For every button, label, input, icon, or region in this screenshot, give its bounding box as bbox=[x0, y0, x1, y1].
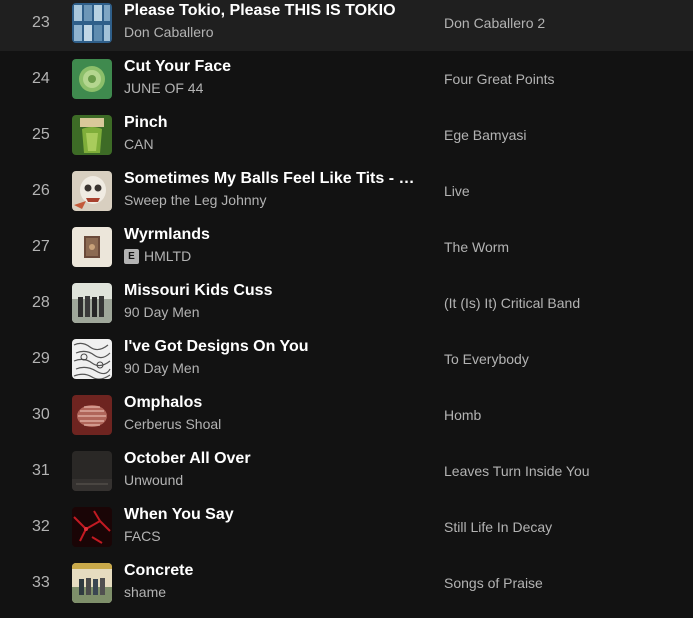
track-album[interactable]: Don Caballero 2 bbox=[444, 0, 684, 51]
album-art-critical-band-icon[interactable] bbox=[72, 283, 112, 323]
track-title[interactable]: Missouri Kids Cuss bbox=[124, 281, 424, 301]
track-album[interactable]: (It (Is) It) Critical Band bbox=[444, 275, 684, 331]
track-title[interactable]: Sometimes My Balls Feel Like Tits - Part… bbox=[124, 169, 424, 189]
track-artist[interactable]: E HMLTD bbox=[124, 247, 424, 265]
album-art-leaves-turn-inside-you-icon[interactable] bbox=[72, 451, 112, 491]
track-title[interactable]: Please Tokio, Please THIS IS TOKIO bbox=[124, 1, 424, 21]
track-artist[interactable]: FACS bbox=[124, 527, 424, 545]
tracklist: 23 Please Tokio, Please THIS IS TOKIO Do… bbox=[0, 0, 693, 611]
track-row[interactable]: 33 Concrete shame Songs of Praise bbox=[0, 555, 693, 611]
track-number: 32 bbox=[32, 518, 50, 535]
track-album[interactable]: Still Life In Decay bbox=[444, 499, 684, 555]
track-album[interactable]: Homb bbox=[444, 387, 684, 443]
track-artist[interactable]: CAN bbox=[124, 135, 424, 153]
track-artist[interactable]: 90 Day Men bbox=[124, 359, 424, 377]
track-row[interactable]: 31 October All Over Unwound Leaves Turn … bbox=[0, 443, 693, 499]
track-title[interactable]: Cut Your Face bbox=[124, 57, 424, 77]
artist-link[interactable]: JUNE OF 44 bbox=[124, 79, 203, 97]
track-row[interactable]: 32 When You Say FACS Still Life In Decay bbox=[0, 499, 693, 555]
track-number: 31 bbox=[32, 462, 50, 479]
track-row[interactable]: 30 Omphalos Cerberus Shoal Homb bbox=[0, 387, 693, 443]
track-number: 29 bbox=[32, 350, 50, 367]
artist-link[interactable]: Cerberus Shoal bbox=[124, 415, 221, 433]
artist-link[interactable]: Don Caballero bbox=[124, 23, 214, 41]
track-row[interactable]: 25 Pinch CAN Ege Bamyasi bbox=[0, 107, 693, 163]
album-art-don-caballero-2-icon[interactable] bbox=[72, 3, 112, 43]
track-artist[interactable]: Don Caballero bbox=[124, 23, 424, 41]
track-number: 23 bbox=[32, 14, 50, 31]
track-number: 25 bbox=[32, 126, 50, 143]
track-title[interactable]: When You Say bbox=[124, 505, 424, 525]
track-album[interactable]: The Worm bbox=[444, 219, 684, 275]
track-row[interactable]: 24 Cut Your Face JUNE OF 44 Four Great P… bbox=[0, 51, 693, 107]
track-title[interactable]: Omphalos bbox=[124, 393, 424, 413]
track-number: 30 bbox=[32, 406, 50, 423]
track-title[interactable]: Concrete bbox=[124, 561, 424, 581]
track-row[interactable]: 29 I've Got Designs On You 90 Day Men To… bbox=[0, 331, 693, 387]
artist-link[interactable]: 90 Day Men bbox=[124, 303, 199, 321]
track-title[interactable]: Wyrmlands bbox=[124, 225, 424, 245]
artist-link[interactable]: HMLTD bbox=[144, 247, 191, 265]
track-album[interactable]: To Everybody bbox=[444, 331, 684, 387]
album-art-ege-bamyasi-icon[interactable] bbox=[72, 115, 112, 155]
track-album[interactable]: Leaves Turn Inside You bbox=[444, 443, 684, 499]
album-art-the-worm-icon[interactable] bbox=[72, 227, 112, 267]
track-number: 27 bbox=[32, 238, 50, 255]
explicit-badge: E bbox=[124, 248, 139, 264]
track-row[interactable]: 27 Wyrmlands E HMLTD The Worm bbox=[0, 219, 693, 275]
track-row[interactable]: 26 Sometimes My Balls Feel Like Tits - P… bbox=[0, 163, 693, 219]
artist-link[interactable]: FACS bbox=[124, 527, 161, 545]
track-number: 24 bbox=[32, 70, 50, 87]
album-art-live-icon[interactable] bbox=[72, 171, 112, 211]
track-album[interactable]: Four Great Points bbox=[444, 51, 684, 107]
track-album[interactable]: Live bbox=[444, 163, 684, 219]
album-art-songs-of-praise-icon[interactable] bbox=[72, 563, 112, 603]
track-title[interactable]: Pinch bbox=[124, 113, 424, 133]
track-title[interactable]: October All Over bbox=[124, 449, 424, 469]
artist-link[interactable]: Unwound bbox=[124, 471, 183, 489]
track-artist[interactable]: JUNE OF 44 bbox=[124, 79, 424, 97]
track-title[interactable]: I've Got Designs On You bbox=[124, 337, 424, 357]
track-row[interactable]: 28 Missouri Kids Cuss 90 Day Men (It (Is… bbox=[0, 275, 693, 331]
artist-link[interactable]: Sweep the Leg Johnny bbox=[124, 191, 266, 209]
track-artist[interactable]: shame bbox=[124, 583, 424, 601]
album-art-four-great-points-icon[interactable] bbox=[72, 59, 112, 99]
album-art-still-life-in-decay-icon[interactable] bbox=[72, 507, 112, 547]
track-artist[interactable]: Cerberus Shoal bbox=[124, 415, 424, 433]
artist-link[interactable]: 90 Day Men bbox=[124, 359, 199, 377]
track-number: 26 bbox=[32, 182, 50, 199]
artist-link[interactable]: shame bbox=[124, 583, 166, 601]
artist-link[interactable]: CAN bbox=[124, 135, 154, 153]
album-art-homb-icon[interactable] bbox=[72, 395, 112, 435]
track-number: 33 bbox=[32, 574, 50, 591]
track-artist[interactable]: 90 Day Men bbox=[124, 303, 424, 321]
track-row[interactable]: 23 Please Tokio, Please THIS IS TOKIO Do… bbox=[0, 0, 693, 51]
track-album[interactable]: Ege Bamyasi bbox=[444, 107, 684, 163]
album-art-to-everybody-icon[interactable] bbox=[72, 339, 112, 379]
track-number: 28 bbox=[32, 294, 50, 311]
track-artist[interactable]: Sweep the Leg Johnny bbox=[124, 191, 424, 209]
track-album[interactable]: Songs of Praise bbox=[444, 555, 684, 611]
track-artist[interactable]: Unwound bbox=[124, 471, 424, 489]
